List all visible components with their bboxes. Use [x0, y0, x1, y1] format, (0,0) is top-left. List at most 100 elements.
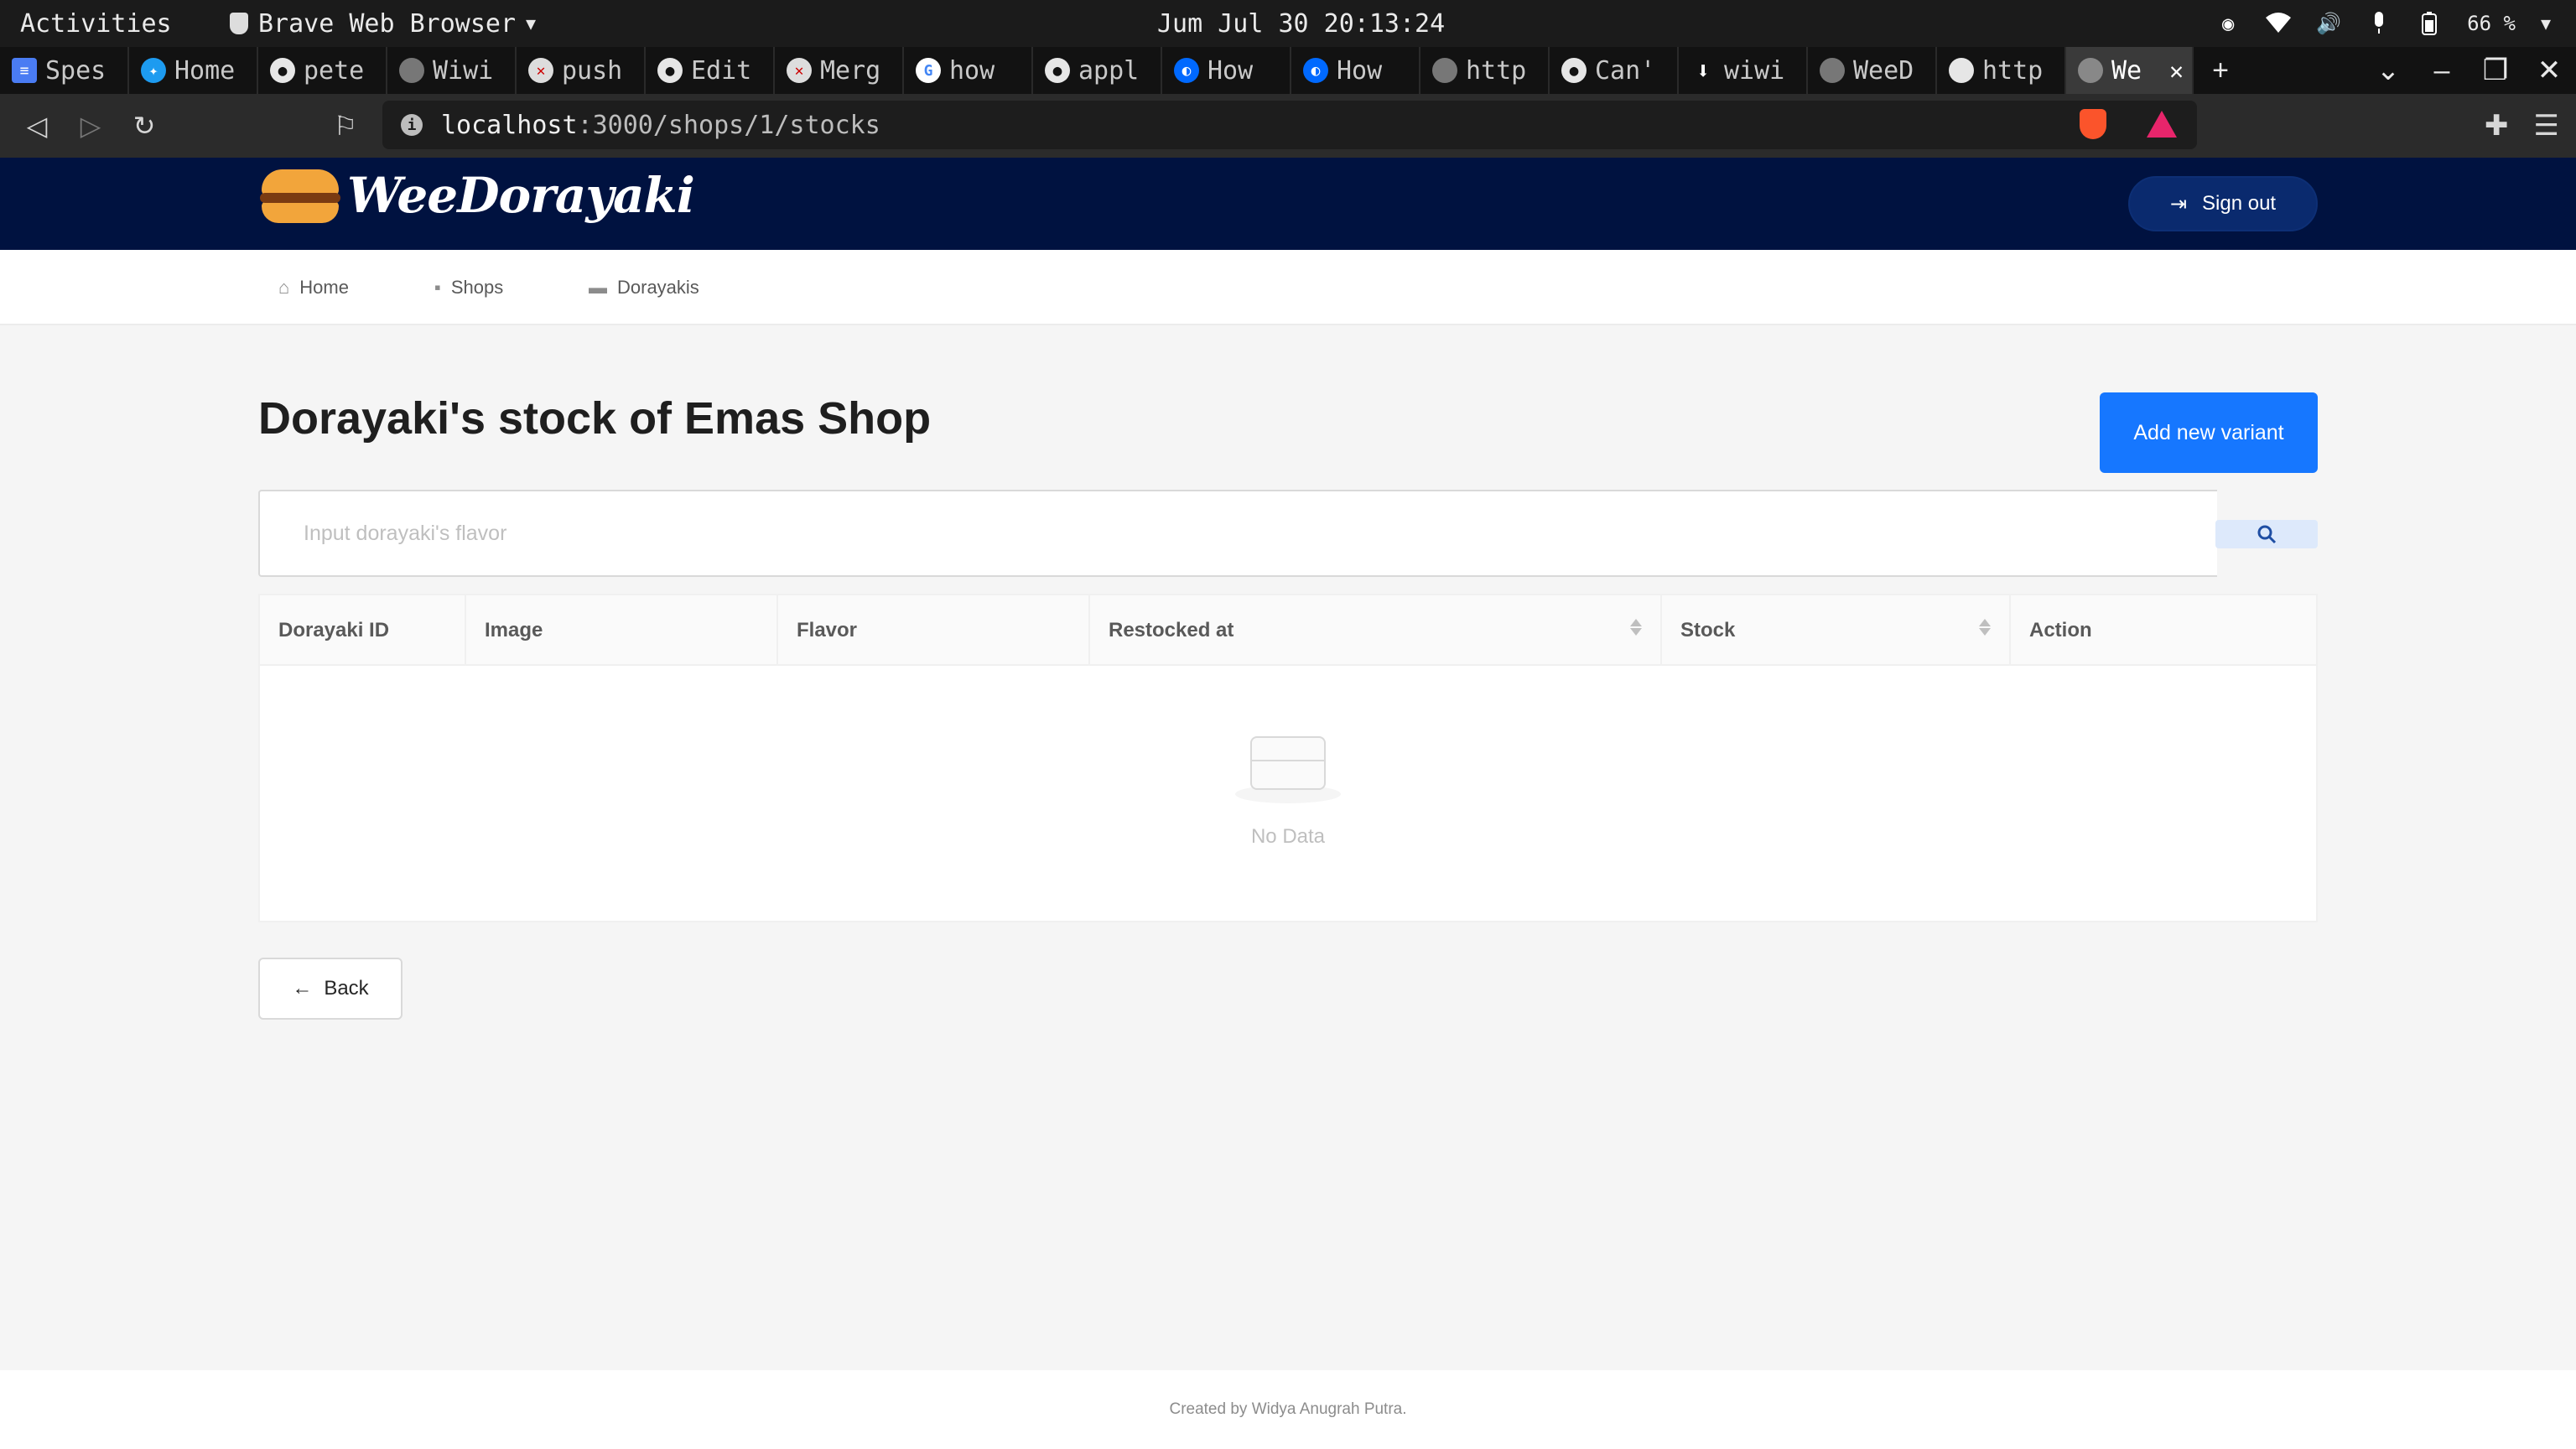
info-icon[interactable]: i — [401, 114, 423, 136]
column-header: Action — [2011, 595, 2319, 666]
app-header: WeeDorayaki ⇥ Sign out — [0, 158, 2576, 250]
shop-icon: ▪ — [434, 277, 441, 298]
search-input[interactable] — [258, 490, 2217, 577]
footer-credit: Created by Widya Anugrah Putra. — [1169, 1400, 1407, 1418]
browser-tab[interactable]: http — [1420, 47, 1550, 94]
browser-tab[interactable]: ● Can' — [1550, 47, 1679, 94]
home-icon: ⌂ — [278, 277, 290, 298]
close-window-icon[interactable]: ✕ — [2522, 47, 2576, 94]
menu-item-label: Shops — [450, 277, 504, 298]
back-button[interactable]: ← Back — [258, 958, 402, 1020]
page-title: Dorayaki's stock of Emas Shop — [258, 393, 932, 444]
logout-icon: ⇥ — [2169, 192, 2188, 216]
browser-tab[interactable]: Ghow — [904, 47, 1033, 94]
dorayaki-icon: ▬ — [589, 277, 607, 298]
column-label: Restocked at — [1109, 619, 1234, 641]
browser-tab[interactable]: Wiwi — [387, 47, 517, 94]
menu-item-dorayakis[interactable]: ▬ Dorayakis — [589, 250, 699, 325]
menu-item-label: Home — [299, 277, 349, 298]
github-icon: ● — [1561, 58, 1587, 83]
close-tab-icon[interactable]: ✕ — [2169, 57, 2184, 85]
tab-search-icon[interactable]: ⌄ — [2361, 47, 2415, 94]
chevron-down-icon: ▼ — [2540, 13, 2551, 34]
column-header-sortable[interactable]: Restocked at — [1090, 595, 1662, 666]
browser-tab[interactable]: ✕ Merg — [775, 47, 904, 94]
forward-nav-icon[interactable]: ▷ — [64, 94, 117, 158]
minimize-icon[interactable]: – — [2415, 47, 2469, 94]
empty-text: No Data — [1250, 825, 1326, 848]
digitalocean-icon: ◐ — [1174, 58, 1199, 83]
column-header: Dorayaki ID — [260, 595, 466, 666]
search-bar — [258, 490, 2318, 577]
google-icon: G — [916, 58, 941, 83]
browser-tab[interactable]: ⬇ wiwi — [1679, 47, 1808, 94]
browser-tab[interactable]: ◐ How — [1162, 47, 1291, 94]
column-label: Action — [2029, 619, 2092, 641]
sort-icon — [1979, 619, 1991, 636]
extensions-icon[interactable]: ✚ — [2485, 109, 2509, 143]
browser-tab[interactable]: ≡ Spes — [0, 47, 129, 94]
download-icon: ⬇ — [1696, 56, 1711, 85]
twitter-icon: ✦ — [141, 58, 166, 83]
add-new-variant-button[interactable]: Add new variant — [2100, 392, 2318, 473]
empty-state: No Data — [260, 666, 2316, 922]
table-header: Dorayaki ID Image Flavor Restocked at St… — [260, 595, 2316, 666]
gitlab-error-icon: ✕ — [787, 58, 812, 83]
url-bar[interactable]: i localhost :3000/shops/1/stocks — [382, 101, 2197, 149]
toolbar: ◁ ▷ ↻ ⚐ i localhost :3000/shops/1/stocks… — [0, 94, 2576, 158]
logo[interactable]: WeeDorayaki — [258, 163, 695, 228]
browser-tab[interactable]: WeeD — [1808, 47, 1937, 94]
browser-tab-active[interactable]: We ✕ — [2066, 47, 2194, 94]
empty-inbox-icon — [1235, 731, 1341, 803]
menu-item-shops[interactable]: ▪ Shops — [434, 250, 503, 325]
browser-tab[interactable]: ● pete — [258, 47, 387, 94]
column-label: Flavor — [797, 619, 858, 641]
wifi-icon — [2266, 11, 2292, 36]
browser-tab[interactable]: ✦ Home — [129, 47, 258, 94]
tab-bar: ≡ Spes ✦ Home ● pete Wiwi ✕ push ● Edit ✕ Merg… — [0, 47, 2576, 94]
menu-icon[interactable]: ☰ — [2534, 109, 2559, 143]
github-icon: ● — [1045, 58, 1070, 83]
search-button[interactable] — [2215, 520, 2318, 548]
main-menu: ⌂ Home ▪ Shops ▬ Dorayakis — [0, 250, 2576, 325]
system-tray[interactable]: ◉ 🔊 66 % ▼ — [2215, 11, 2551, 36]
microphone-icon — [2366, 11, 2392, 36]
activities-button[interactable]: Activities — [20, 9, 172, 39]
restore-icon[interactable]: ❐ — [2469, 47, 2522, 94]
browser-tab[interactable]: http — [1937, 47, 2066, 94]
brave-rewards-icon[interactable] — [2147, 111, 2177, 138]
app-menu-label: Brave Web Browser — [258, 8, 517, 39]
chevron-down-icon: ▼ — [526, 13, 537, 34]
browser-tab[interactable]: ● Edit — [646, 47, 775, 94]
back-nav-icon[interactable]: ◁ — [10, 94, 64, 158]
brand-name: WeeDorayaki — [347, 167, 695, 224]
discord-icon[interactable]: ◉ — [2215, 11, 2241, 36]
brave-shield-icon[interactable] — [2080, 109, 2106, 139]
stock-table: Dorayaki ID Image Flavor Restocked at St… — [258, 594, 2318, 922]
back-label: Back — [324, 977, 369, 1000]
menu-item-home[interactable]: ⌂ Home — [278, 250, 349, 325]
column-label: Image — [485, 619, 543, 641]
bookmark-icon[interactable]: ⚐ — [319, 94, 372, 158]
column-header: Flavor — [778, 595, 1090, 666]
footer: Created by Widya Anugrah Putra. — [0, 1370, 2576, 1449]
url-host: localhost — [441, 110, 578, 140]
brave-app-icon — [230, 13, 248, 34]
gitlab-error-icon: ✕ — [528, 58, 553, 83]
sign-out-button[interactable]: ⇥ Sign out — [2128, 176, 2318, 231]
new-tab-icon[interactable]: + — [2194, 47, 2247, 94]
globe-icon — [399, 58, 424, 83]
reload-icon[interactable]: ↻ — [117, 94, 171, 158]
sign-out-label: Sign out — [2202, 192, 2277, 215]
system-top-bar: Activities Brave Web Browser ▼ Jum Jul 3… — [0, 0, 2576, 47]
digitalocean-icon: ◐ — [1303, 58, 1328, 83]
clock[interactable]: Jum Jul 30 20:13:24 — [1157, 9, 1445, 39]
browser-tab[interactable]: ◐ How — [1291, 47, 1420, 94]
battery-percent: 66 % — [2467, 12, 2516, 35]
app-menu[interactable]: Brave Web Browser ▼ — [230, 9, 536, 39]
docs-icon: ≡ — [12, 58, 37, 83]
column-header-sortable[interactable]: Stock — [1662, 595, 2011, 666]
browser-tab[interactable]: ● appl — [1033, 47, 1162, 94]
search-icon — [2257, 525, 2277, 544]
browser-tab[interactable]: ✕ push — [517, 47, 646, 94]
